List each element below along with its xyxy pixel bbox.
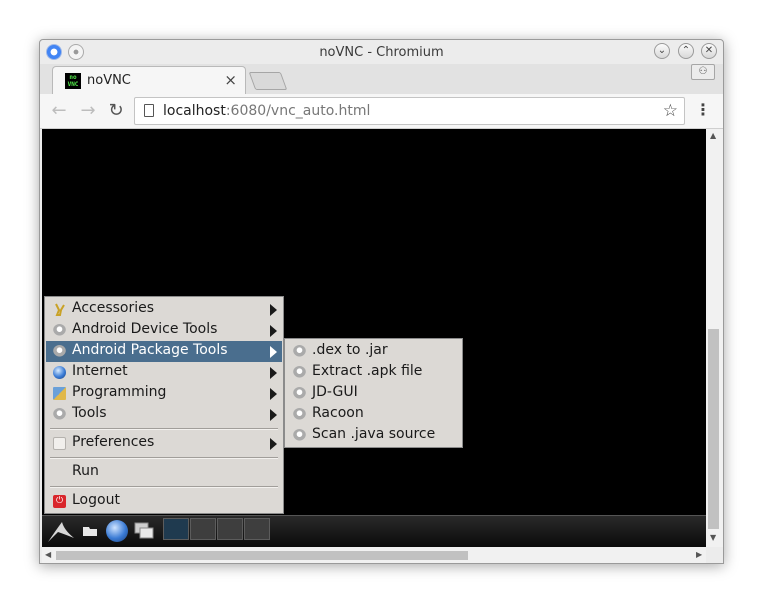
novnc-favicon-icon: no VNC: [65, 73, 81, 89]
chevron-right-icon: [270, 438, 277, 450]
menu-item-android-device-tools[interactable]: Android Device Tools: [46, 320, 282, 341]
app-generic-icon: [293, 408, 306, 421]
scroll-right-icon[interactable]: ▶: [696, 550, 702, 559]
chevron-right-icon: [270, 367, 277, 379]
reload-icon[interactable]: ↻: [105, 100, 127, 122]
chevron-right-icon: [270, 325, 277, 337]
logout-icon: ⏻: [53, 495, 66, 508]
submenu-item-scan-java-source[interactable]: Scan .java source: [286, 425, 461, 446]
menu-separator: [50, 457, 278, 459]
window-title: noVNC - Chromium: [319, 45, 444, 60]
menu-separator: [50, 428, 278, 430]
start-menu: Accessories Android Device Tools Android…: [44, 296, 284, 514]
submenu-item-dex-to-jar[interactable]: .dex to .jar: [286, 341, 461, 362]
show-desktop-icon[interactable]: [82, 524, 98, 538]
minimize-icon[interactable]: ⌄: [654, 43, 670, 59]
menu-item-internet[interactable]: Internet: [46, 362, 282, 383]
menu-item-tools[interactable]: Tools: [46, 404, 282, 425]
submenu-item-racoon[interactable]: Racoon: [286, 404, 461, 425]
horizontal-scrollbar[interactable]: ◀ ▶: [42, 547, 706, 563]
accessories-icon: [55, 303, 65, 316]
app-generic-icon: [293, 345, 306, 358]
bookmark-star-icon[interactable]: ☆: [663, 101, 678, 121]
android-package-tools-submenu: .dex to .jar Extract .apk file JD-GUI Ra…: [284, 338, 463, 448]
back-icon[interactable]: ←: [48, 100, 70, 122]
scroll-down-icon[interactable]: ▼: [710, 533, 716, 542]
task-slot-3[interactable]: [217, 518, 243, 540]
menu-separator: [50, 486, 278, 488]
new-tab-button[interactable]: [248, 72, 288, 90]
tab-strip: no VNC noVNC × ⚇: [40, 64, 723, 94]
window-switcher-icon[interactable]: [133, 520, 155, 542]
submenu-item-jd-gui[interactable]: JD-GUI: [286, 383, 461, 404]
preferences-icon: [53, 437, 66, 450]
desktop-taskbar: [42, 515, 706, 547]
horizontal-scroll-thumb[interactable]: [56, 551, 468, 560]
vertical-scrollbar[interactable]: ▲ ▼: [706, 129, 723, 547]
gear-icon: [53, 345, 66, 358]
app-generic-icon: [293, 366, 306, 379]
menu-item-accessories[interactable]: Accessories: [46, 299, 282, 320]
app-generic-icon: [293, 387, 306, 400]
menu-item-preferences[interactable]: Preferences: [46, 433, 282, 454]
globe-icon: [53, 366, 66, 379]
menu-item-programming[interactable]: Programming: [46, 383, 282, 404]
start-menu-icon[interactable]: [46, 518, 76, 544]
chevron-right-icon: [270, 346, 277, 358]
title-bar: noVNC - Chromium ⌄ ⌃ ✕: [40, 40, 723, 64]
browser-menu-icon[interactable]: ⋮: [695, 101, 711, 119]
browser-launcher-icon[interactable]: [106, 520, 128, 542]
scroll-left-icon[interactable]: ◀: [45, 550, 51, 559]
tab-novnc[interactable]: no VNC noVNC ×: [52, 66, 246, 94]
task-slot-4[interactable]: [244, 518, 270, 540]
page-icon: [144, 104, 154, 117]
close-icon[interactable]: ✕: [701, 43, 717, 59]
forward-icon[interactable]: →: [77, 100, 99, 122]
browser-toolbar: ← → ↻ localhost:6080/vnc_auto.html ☆ ⋮: [40, 94, 723, 129]
chevron-right-icon: [270, 409, 277, 421]
profile-icon[interactable]: ⚇: [691, 64, 715, 80]
maximize-icon[interactable]: ⌃: [678, 43, 694, 59]
address-bar[interactable]: localhost:6080/vnc_auto.html ☆: [134, 97, 685, 125]
menu-item-logout[interactable]: ⏻ Logout: [46, 491, 282, 512]
chevron-right-icon: [270, 304, 277, 316]
app-generic-icon: [53, 324, 66, 337]
scroll-up-icon[interactable]: ▲: [710, 131, 716, 140]
programming-icon: [53, 387, 66, 400]
submenu-item-extract-apk[interactable]: Extract .apk file: [286, 362, 461, 383]
app-generic-icon: [53, 408, 66, 421]
menu-item-android-package-tools[interactable]: Android Package Tools: [46, 341, 282, 362]
task-slot-1[interactable]: [163, 518, 189, 540]
app-generic-icon: [293, 429, 306, 442]
tab-title: noVNC: [87, 73, 131, 88]
url-text[interactable]: localhost:6080/vnc_auto.html: [163, 103, 370, 119]
tab-close-icon[interactable]: ×: [224, 71, 237, 89]
vertical-scroll-thumb[interactable]: [708, 329, 719, 529]
task-slot-2[interactable]: [190, 518, 216, 540]
chevron-right-icon: [270, 388, 277, 400]
menu-item-run[interactable]: Run: [46, 462, 282, 483]
